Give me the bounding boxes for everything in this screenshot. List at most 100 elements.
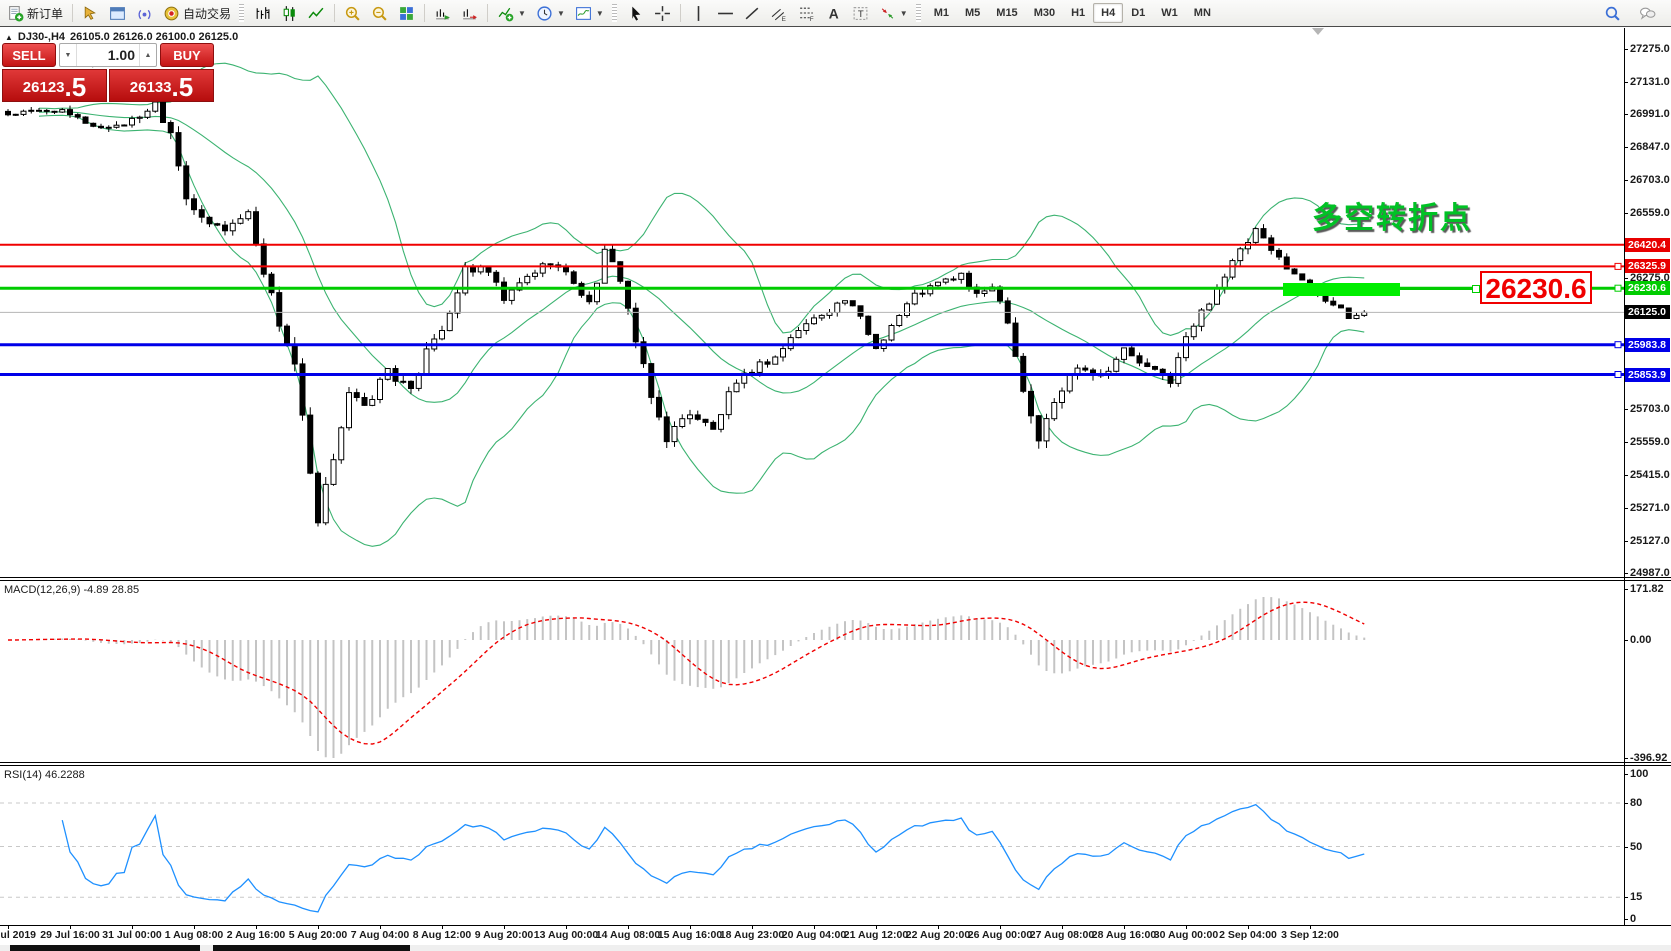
- market-watch-button[interactable]: [77, 2, 104, 25]
- zoom-in-button[interactable]: [339, 2, 366, 25]
- signals-button[interactable]: [131, 2, 158, 25]
- auto-scroll-button[interactable]: [429, 2, 456, 25]
- arrows-button[interactable]: ▼: [874, 2, 913, 25]
- horizontal-line-button[interactable]: [712, 2, 739, 25]
- candle-body: [184, 166, 189, 199]
- hline-handle[interactable]: [1615, 263, 1621, 269]
- toolbar-grip[interactable]: [239, 4, 244, 22]
- auto-trading-button[interactable]: 自动交易: [158, 2, 236, 25]
- candle-body: [455, 293, 460, 313]
- crosshair-button[interactable]: [649, 2, 676, 25]
- price-tick-label: 25271.0: [1630, 502, 1670, 514]
- timeframes-button[interactable]: ▼: [531, 2, 570, 25]
- new-order-button[interactable]: 新订单: [2, 2, 68, 25]
- chevron-down-icon: ▼: [557, 9, 565, 18]
- trend-line-button[interactable]: [739, 2, 766, 25]
- search-button[interactable]: [1599, 2, 1626, 25]
- candle-body: [734, 383, 739, 392]
- sell-price-frac: .5: [65, 74, 87, 100]
- candle-body: [168, 123, 173, 133]
- toolbar-grip[interactable]: [612, 4, 617, 22]
- volume-stepper[interactable]: ▼ 1.00 ▲: [59, 43, 157, 67]
- timeframe-m30-button[interactable]: M30: [1026, 3, 1063, 23]
- candle-body: [1277, 250, 1282, 257]
- price-tick-label: 26559.0: [1630, 207, 1670, 219]
- timeframe-m1-button[interactable]: M1: [926, 3, 957, 23]
- candle-body: [610, 249, 615, 261]
- chart-shift-marker-icon[interactable]: [1312, 28, 1324, 35]
- candle-body: [812, 318, 817, 324]
- buy-price[interactable]: 26133 .5: [109, 69, 214, 102]
- toolbar-grip[interactable]: [916, 4, 921, 22]
- timeframe-h1-button[interactable]: H1: [1063, 3, 1093, 23]
- svg-text:A: A: [829, 5, 839, 21]
- candle-body: [261, 244, 266, 274]
- indicators-button[interactable]: ▼: [492, 2, 531, 25]
- timeframe-d1-button[interactable]: D1: [1123, 3, 1153, 23]
- price-tick-label: 27275.0: [1630, 43, 1670, 55]
- time-tick-label: 21 Aug 12:00: [844, 929, 908, 941]
- timeframe-m5-button[interactable]: M5: [957, 3, 988, 23]
- candlestick-chart-button[interactable]: [276, 2, 303, 25]
- candle-body: [711, 422, 716, 429]
- collapse-triangle-icon[interactable]: ▲: [5, 33, 13, 42]
- candle-body: [967, 273, 972, 287]
- candle-body: [827, 313, 832, 316]
- macd-pane[interactable]: [0, 582, 1624, 762]
- candle-body: [649, 364, 654, 398]
- candle-body: [1145, 363, 1150, 367]
- templates-button[interactable]: ▼: [570, 2, 609, 25]
- turning-point-annotation[interactable]: 多空转折点: [1312, 193, 1472, 237]
- callout-connector-line: [1400, 288, 1472, 290]
- price-axis-line: [1624, 28, 1625, 925]
- price-callout-label[interactable]: 26230.6: [1480, 271, 1592, 304]
- tile-windows-button[interactable]: [393, 2, 420, 25]
- candle-body: [6, 111, 11, 114]
- candlesticks-icon: [281, 5, 298, 22]
- chart-shift-icon: [461, 5, 478, 22]
- candle-body: [951, 279, 956, 280]
- candle-body: [447, 313, 452, 330]
- buy-button[interactable]: BUY: [160, 43, 214, 67]
- callout-handle[interactable]: [1472, 285, 1480, 293]
- zoom-out-button[interactable]: [366, 2, 393, 25]
- volume-value[interactable]: 1.00: [77, 44, 139, 66]
- price-chart-pane[interactable]: [0, 28, 1624, 577]
- equidistant-channel-button[interactable]: E: [766, 2, 793, 25]
- fibonacci-button[interactable]: F: [793, 2, 820, 25]
- candle-body: [440, 331, 445, 339]
- hline-handle[interactable]: [1615, 285, 1621, 291]
- green-highlight-bar[interactable]: [1283, 283, 1400, 296]
- pane-separator[interactable]: [0, 577, 1671, 581]
- hline-handle[interactable]: [1615, 372, 1621, 378]
- timeframe-w1-button[interactable]: W1: [1153, 3, 1186, 23]
- line-chart-button[interactable]: [303, 2, 330, 25]
- sell-price[interactable]: 26123 .5: [2, 69, 107, 102]
- hline-handle[interactable]: [1615, 342, 1621, 348]
- volume-decrease-icon[interactable]: ▼: [60, 44, 77, 66]
- cursor-button[interactable]: [622, 2, 649, 25]
- pane-separator[interactable]: [0, 762, 1671, 766]
- sell-button[interactable]: SELL: [2, 43, 56, 67]
- macd-tick-label: 171.82: [1630, 583, 1664, 595]
- timeframe-m15-button[interactable]: M15: [988, 3, 1025, 23]
- candle-body: [1191, 326, 1196, 337]
- timeframe-h4-button[interactable]: H4: [1093, 3, 1123, 23]
- timeframe-mn-button[interactable]: MN: [1186, 3, 1219, 23]
- data-window-button[interactable]: [104, 2, 131, 25]
- volume-increase-icon[interactable]: ▲: [139, 44, 156, 66]
- chat-button[interactable]: [1634, 2, 1661, 25]
- vertical-line-button[interactable]: [685, 2, 712, 25]
- chart-shift-button[interactable]: [456, 2, 483, 25]
- time-tick-label: 26 Aug 00:00: [968, 929, 1032, 941]
- rsi-pane[interactable]: [0, 767, 1624, 925]
- chevron-down-icon: ▼: [596, 9, 604, 18]
- symbol-period-label: DJ30-,H4: [18, 31, 65, 43]
- text-label-button[interactable]: T: [847, 2, 874, 25]
- bar-chart-button[interactable]: [249, 2, 276, 25]
- text-button[interactable]: A: [820, 2, 847, 25]
- buy-price-main: 26133: [130, 76, 172, 100]
- candle-body: [215, 224, 220, 225]
- candle-body: [1052, 403, 1057, 419]
- candle-body: [502, 282, 507, 300]
